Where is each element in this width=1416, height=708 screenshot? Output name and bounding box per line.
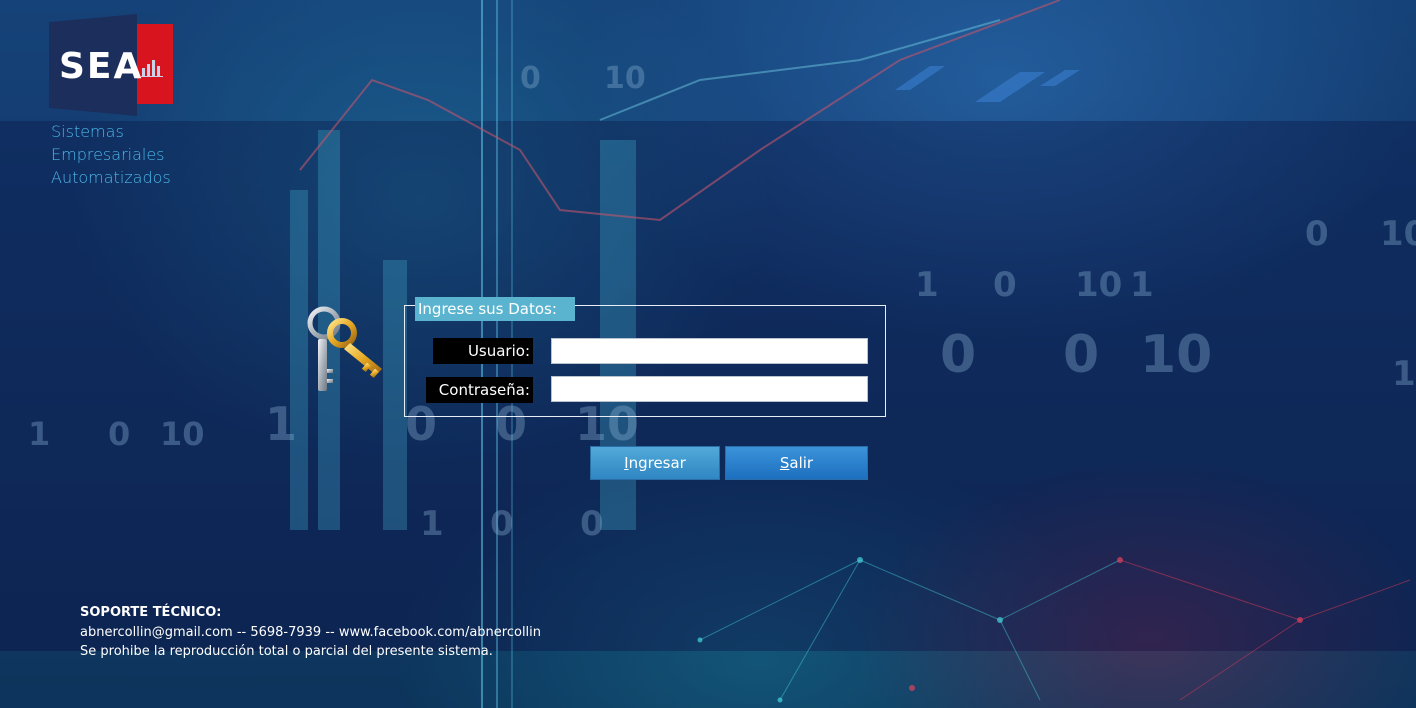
tagline-line: Empresariales	[51, 145, 165, 164]
background-digit: 0	[580, 504, 604, 544]
keys-icon	[307, 306, 382, 391]
background-digit: 1	[1130, 265, 1154, 305]
support-info: SOPORTE TÉCNICO: abnercollin@gmail.com -…	[80, 603, 541, 662]
tagline-line: Automatizados	[51, 168, 171, 187]
login-form-legend: Ingrese sus Datos:	[415, 297, 575, 321]
username-label: Usuario:	[433, 338, 533, 364]
support-contact: abnercollin@gmail.com -- 5698-7939 -- ww…	[80, 624, 542, 640]
background-digit: 0	[993, 265, 1017, 305]
logo-text: SEA	[59, 46, 144, 87]
background-digit: 1	[28, 415, 50, 453]
background-digit: 1	[265, 397, 297, 451]
background-digit: 10	[1075, 265, 1122, 305]
background-digit: 10	[160, 415, 205, 453]
support-notice: Se prohibe la reproducción total o parci…	[80, 644, 493, 659]
exit-button[interactable]: Salir	[725, 446, 868, 480]
tagline-line: Sistemas	[51, 122, 124, 141]
background-digit: 0	[940, 325, 976, 385]
username-input[interactable]	[551, 338, 868, 364]
background-digit: 0	[1305, 214, 1329, 254]
exit-button-access-key: S	[779, 454, 790, 472]
password-label: Contraseña:	[426, 377, 533, 403]
bar-chart-icon	[141, 60, 163, 77]
background-digit: 0	[490, 504, 514, 544]
exit-button-label: alir	[789, 454, 814, 472]
background-digit: 10	[1392, 354, 1416, 394]
background-digit: 10	[1140, 325, 1212, 385]
background-digit: 1	[420, 504, 444, 544]
background-digit: 0	[1063, 325, 1099, 385]
password-input[interactable]	[551, 376, 868, 402]
support-title: SOPORTE TÉCNICO:	[80, 605, 222, 620]
sea-logo: SEA	[49, 14, 179, 116]
background-digit: 10	[1380, 214, 1416, 254]
background-digit: 10	[604, 61, 646, 96]
background-digit: 0	[520, 61, 541, 96]
background-digit: 1	[915, 265, 939, 305]
login-button[interactable]: Ingresar	[590, 446, 720, 480]
login-button-label: ngresar	[628, 454, 686, 472]
brand-tagline: Sistemas Empresariales Automatizados	[51, 120, 171, 189]
background-digit: 0	[108, 415, 130, 453]
